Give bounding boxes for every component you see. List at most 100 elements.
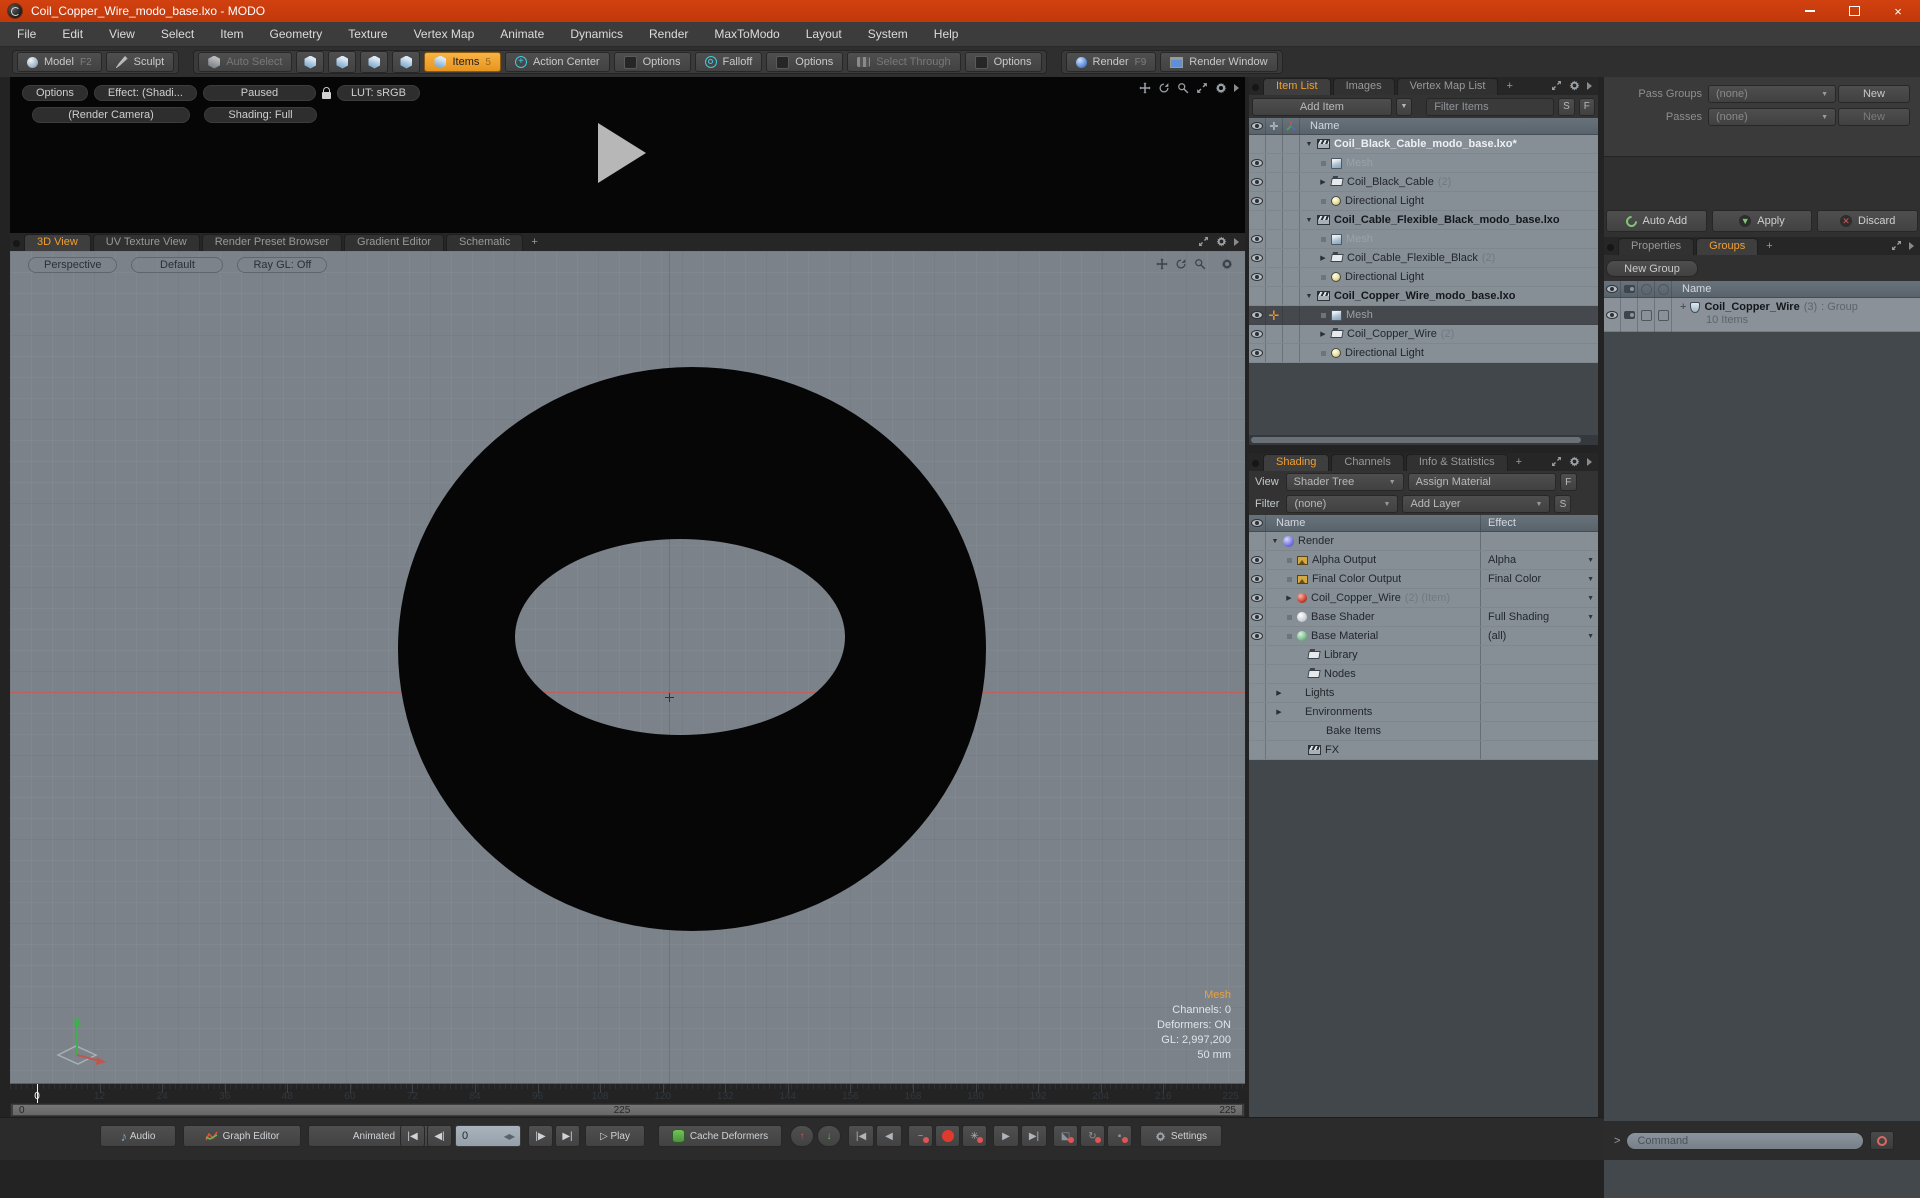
current-frame-field[interactable]: 0◀▶ xyxy=(455,1125,521,1147)
effect-dropdown-icon[interactable]: ▼ xyxy=(1587,557,1594,564)
scope-button[interactable]: S xyxy=(1554,495,1571,513)
go-start-button[interactable]: |◀ xyxy=(400,1125,425,1147)
model-button[interactable]: ModelF2 xyxy=(17,52,102,72)
gear-icon[interactable] xyxy=(1569,80,1580,91)
render-window-button[interactable]: Render Window xyxy=(1160,52,1277,72)
visibility-eye-icon[interactable] xyxy=(1251,254,1263,262)
pan-icon[interactable] xyxy=(1156,258,1168,270)
next-key-button[interactable]: ▶ xyxy=(993,1125,1019,1147)
expander-icon[interactable] xyxy=(1317,351,1329,356)
tab[interactable]: + xyxy=(1510,455,1528,471)
visibility-eye-icon[interactable] xyxy=(1606,311,1618,319)
frame-stepper-icon[interactable]: ◀▶ xyxy=(504,1132,514,1141)
select-polygons-button[interactable] xyxy=(360,51,388,73)
gear-icon[interactable] xyxy=(1215,82,1227,94)
action-center-button[interactable]: +Action Center xyxy=(505,52,610,72)
expander-icon[interactable] xyxy=(1269,538,1281,545)
record-button[interactable] xyxy=(935,1125,960,1147)
view-dropdown[interactable]: Shader Tree▼ xyxy=(1286,473,1404,491)
expand-icon[interactable] xyxy=(1196,82,1208,94)
menu-item[interactable]: File xyxy=(4,22,49,47)
macro-record-button[interactable] xyxy=(1870,1131,1894,1150)
visibility-eye-icon[interactable] xyxy=(1251,594,1263,602)
menu-item[interactable]: Layout xyxy=(793,22,855,47)
menu-item[interactable]: Edit xyxy=(49,22,96,47)
menu-item[interactable]: Render xyxy=(636,22,701,47)
expander-icon[interactable] xyxy=(1283,634,1295,639)
anim-settings-button[interactable]: Settings xyxy=(1140,1125,1222,1147)
menu-item[interactable]: Animate xyxy=(487,22,557,47)
panel-arrow-icon[interactable] xyxy=(1234,84,1239,92)
expander-icon[interactable] xyxy=(1273,708,1285,716)
item-row[interactable]: ✛ Mesh xyxy=(1249,306,1598,325)
assign-material-button[interactable]: Assign Material xyxy=(1408,473,1556,491)
rotate-icon[interactable] xyxy=(1175,258,1187,270)
raygl-button[interactable]: Ray GL: Off xyxy=(237,257,327,273)
items-mode-button[interactable]: Items5 xyxy=(424,52,500,72)
menu-item[interactable]: MaxToModo xyxy=(701,22,792,47)
preview-paused-button[interactable]: Paused xyxy=(203,85,316,101)
menu-item[interactable]: Texture xyxy=(335,22,400,47)
menu-item[interactable]: Geometry xyxy=(257,22,336,47)
auto-add-button[interactable]: Auto Add xyxy=(1606,210,1707,232)
expander-icon[interactable] xyxy=(1317,199,1329,204)
panel-arrow-icon[interactable] xyxy=(1587,82,1592,90)
effect-dropdown-icon[interactable]: ▼ xyxy=(1587,595,1594,602)
preview-camera-button[interactable]: (Render Camera) xyxy=(32,107,190,123)
viewport-3d[interactable]: Perspective Default Ray GL: Off Mesh Cha… xyxy=(10,251,1245,1083)
shader-row[interactable]: Alpha Output Alpha ▼ xyxy=(1249,551,1598,570)
expander-icon[interactable] xyxy=(1283,558,1295,563)
falloff-options-button[interactable]: Options xyxy=(766,52,843,72)
expand-icon[interactable] xyxy=(1198,236,1209,247)
tab[interactable]: + xyxy=(1760,239,1778,255)
gear-icon[interactable] xyxy=(1216,236,1227,247)
item-row[interactable]: ✛ Coil_Black_Cable (2) xyxy=(1249,173,1598,192)
timeline-range-bar[interactable]: 0 225 225 xyxy=(10,1103,1245,1117)
panel-arrow-icon[interactable] xyxy=(1587,458,1592,466)
render-flag-icon[interactable]: ✛ xyxy=(1269,309,1280,322)
effect-dropdown-icon[interactable]: ▼ xyxy=(1587,633,1594,640)
visibility-eye-icon[interactable] xyxy=(1251,178,1263,186)
tab[interactable]: Images xyxy=(1333,78,1395,95)
coil-mesh-object[interactable] xyxy=(10,251,1245,1083)
tab[interactable]: Groups xyxy=(1696,238,1758,255)
preview-lut-button[interactable]: LUT: sRGB xyxy=(337,85,420,101)
expander-icon[interactable] xyxy=(1317,275,1329,280)
expander-icon[interactable] xyxy=(1303,293,1315,300)
filter-items-input[interactable] xyxy=(1426,98,1554,116)
zoom-icon[interactable] xyxy=(1177,82,1189,94)
visibility-eye-icon[interactable] xyxy=(1251,632,1263,640)
cache-deformers-button[interactable]: Cache Deformers xyxy=(658,1125,782,1147)
item-row[interactable]: ✛ Coil_Cable_Flexible_Black (2) xyxy=(1249,249,1598,268)
visibility-eye-icon[interactable] xyxy=(1251,613,1263,621)
auto-key-button[interactable]: ⬕ xyxy=(1053,1125,1078,1147)
scrollbar-thumb[interactable] xyxy=(1251,437,1581,443)
auto-select-button[interactable]: Auto Select xyxy=(198,52,292,72)
loop-button[interactable]: ↻ xyxy=(1080,1125,1105,1147)
menu-item[interactable]: System xyxy=(855,22,921,47)
visibility-eye-icon[interactable] xyxy=(1251,311,1263,319)
tab[interactable]: Shading xyxy=(1263,454,1329,471)
tab[interactable]: Item List xyxy=(1263,78,1331,95)
play-button[interactable]: ▷ Play xyxy=(585,1125,645,1147)
link-key-button[interactable]: ▪ xyxy=(1107,1125,1132,1147)
add-layer-dropdown[interactable]: Add Layer▼ xyxy=(1402,495,1550,513)
item-row[interactable]: ✛ Coil_Copper_Wire (2) xyxy=(1249,325,1598,344)
expand-icon[interactable] xyxy=(1891,240,1902,251)
item-row[interactable]: ✛ Directional Light xyxy=(1249,268,1598,287)
expander-icon[interactable] xyxy=(1317,330,1329,338)
audio-button[interactable]: ♪ Audio xyxy=(100,1125,176,1147)
visibility-eye-icon[interactable] xyxy=(1251,159,1263,167)
filter-button[interactable]: F xyxy=(1560,473,1577,491)
expander-icon[interactable] xyxy=(1283,577,1295,582)
rotate-icon[interactable] xyxy=(1158,82,1170,94)
shader-row[interactable]: Library ▼ xyxy=(1249,646,1598,665)
zoom-icon[interactable] xyxy=(1194,258,1206,270)
shader-row[interactable]: Coil_Copper_Wire (2) (Item) ▼ xyxy=(1249,589,1598,608)
effect-dropdown-icon[interactable]: ▼ xyxy=(1587,576,1594,583)
new-pass-group-button[interactable]: New xyxy=(1838,85,1910,103)
expander-icon[interactable] xyxy=(1317,161,1329,166)
shader-row[interactable]: Base Material (all) ▼ xyxy=(1249,627,1598,646)
expander-icon[interactable] xyxy=(1317,254,1329,262)
shader-row[interactable]: Lights ▼ xyxy=(1249,684,1598,703)
